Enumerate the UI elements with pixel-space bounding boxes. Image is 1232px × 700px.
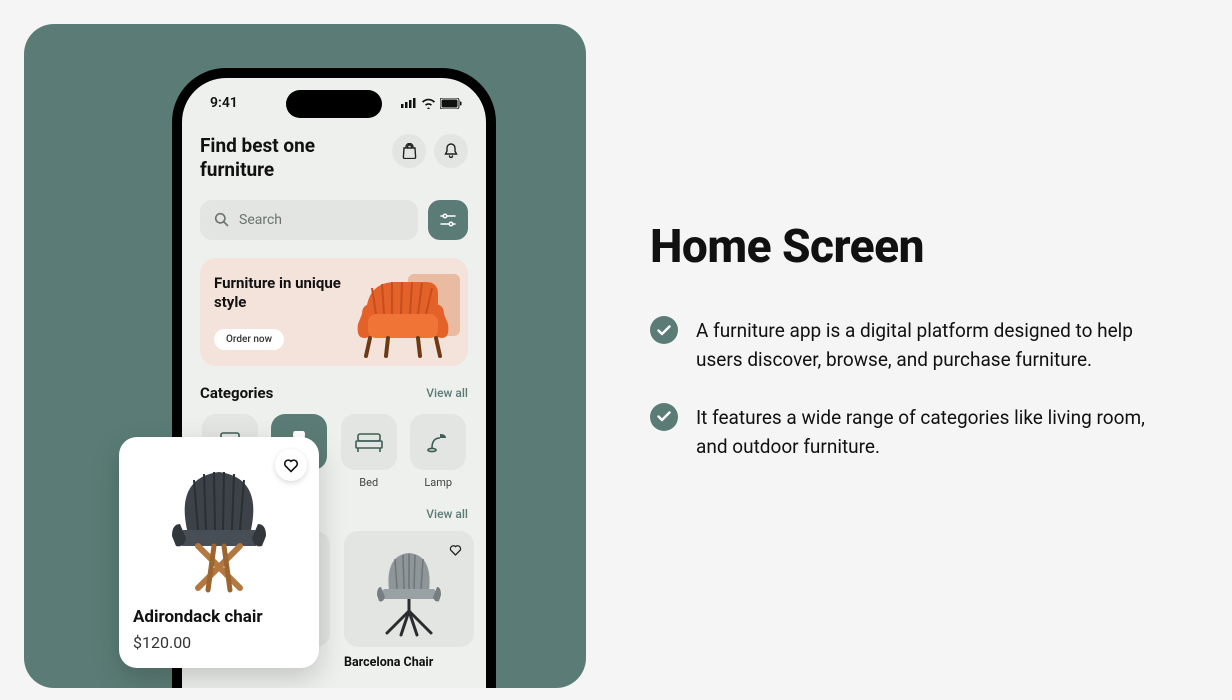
categories-view-all[interactable]: View all xyxy=(426,386,468,400)
products-view-all[interactable]: View all xyxy=(426,507,468,521)
favorite-button[interactable] xyxy=(444,539,466,561)
heart-icon xyxy=(283,458,299,473)
check-icon xyxy=(650,316,678,344)
categories-header: Categories View all xyxy=(200,384,468,402)
page-title: Home Screen xyxy=(650,220,1190,274)
category-bed[interactable]: Bed xyxy=(339,414,399,489)
category-lamp-label: Lamp xyxy=(424,476,452,489)
promo-banner[interactable]: Furniture in unique style Order now xyxy=(200,258,468,366)
bag-button[interactable] xyxy=(392,134,426,168)
banner-chair-image xyxy=(352,264,460,362)
search-row: Search xyxy=(200,200,468,240)
bullet-1-text: A furniture app is a digital platform de… xyxy=(696,316,1156,375)
bell-icon xyxy=(444,143,458,159)
product-name-barcelona: Barcelona Chair xyxy=(344,655,474,670)
left-showcase-panel: 9:41 xyxy=(24,24,586,688)
float-product-price: $120.00 xyxy=(133,633,305,652)
favorite-button-float[interactable] xyxy=(275,449,307,481)
headline: Find best one furniture xyxy=(200,134,370,182)
signal-icon xyxy=(401,98,417,108)
categories-title: Categories xyxy=(200,384,273,402)
search-input[interactable]: Search xyxy=(200,200,418,240)
sliders-icon xyxy=(440,213,456,227)
search-placeholder: Search xyxy=(239,212,282,228)
category-bed-label: Bed xyxy=(359,476,378,489)
barcelona-chair-image xyxy=(363,541,455,637)
screen-header: Find best one furniture xyxy=(200,134,468,182)
product-card-barcelona[interactable]: Barcelona Chair xyxy=(344,531,474,670)
presentation-canvas: 9:41 xyxy=(0,0,1232,700)
check-icon xyxy=(650,403,678,431)
status-time: 9:41 xyxy=(210,95,238,111)
filter-button[interactable] xyxy=(428,200,468,240)
dynamic-island xyxy=(286,90,382,118)
category-lamp[interactable]: Lamp xyxy=(409,414,469,489)
order-now-button[interactable]: Order now xyxy=(214,329,284,350)
lamp-icon xyxy=(426,430,450,454)
bed-icon xyxy=(355,431,383,453)
battery-icon xyxy=(440,98,462,109)
bell-button[interactable] xyxy=(434,134,468,168)
search-icon xyxy=(214,212,229,227)
bullet-2-text: It features a wide range of categories l… xyxy=(696,403,1156,462)
bullet-2: It features a wide range of categories l… xyxy=(650,403,1190,462)
heart-icon xyxy=(449,544,462,556)
right-column: Home Screen A furniture app is a digital… xyxy=(650,220,1190,462)
float-product-name: Adirondack chair xyxy=(133,607,305,627)
floating-product-card[interactable]: Adirondack chair $120.00 xyxy=(119,437,319,668)
banner-title: Furniture in unique style xyxy=(214,274,354,313)
wifi-icon xyxy=(421,98,436,109)
bullet-1: A furniture app is a digital platform de… xyxy=(650,316,1190,375)
bag-icon xyxy=(402,143,417,159)
